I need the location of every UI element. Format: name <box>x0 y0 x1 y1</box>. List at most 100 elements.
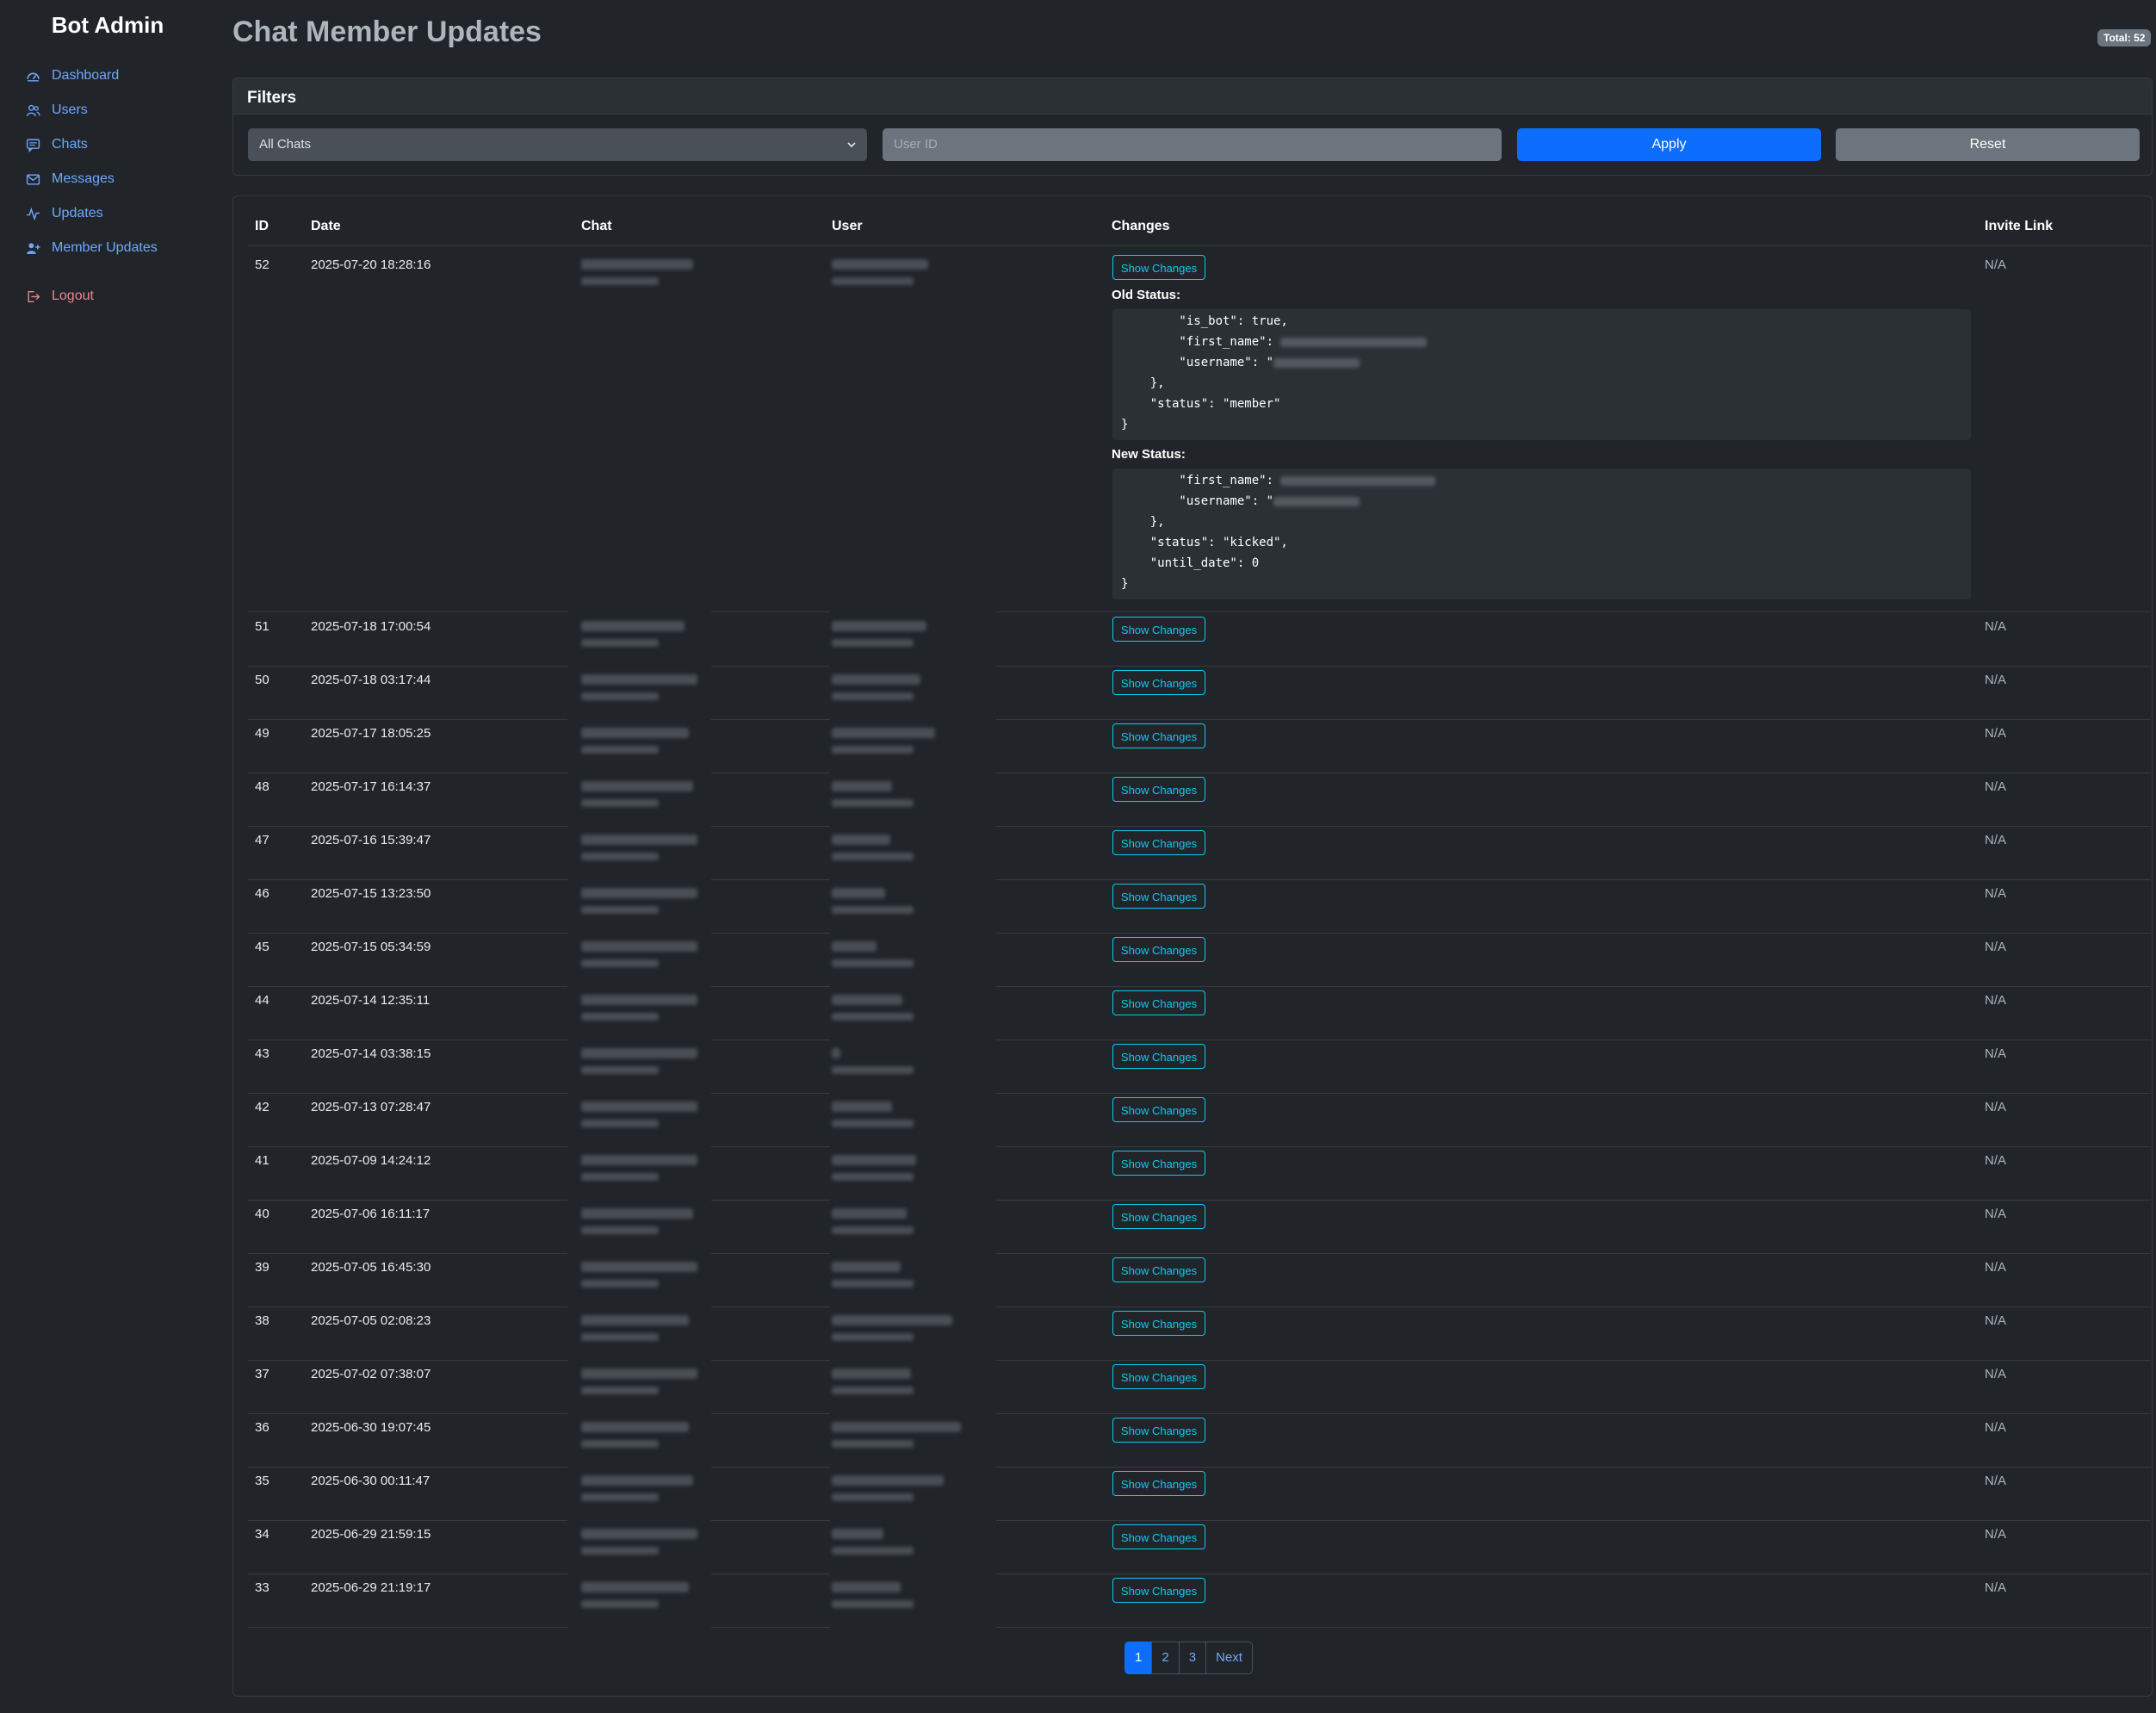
activity-icon <box>27 207 40 220</box>
redacted-user-name <box>832 1208 907 1219</box>
redacted-user-name <box>832 1422 961 1432</box>
code-line: "username": " <box>1121 356 1360 369</box>
redacted-chat-title <box>581 1369 697 1379</box>
sidebar-item-dashboard[interactable]: Dashboard <box>26 68 119 84</box>
page-3-link[interactable]: 3 <box>1178 1642 1207 1674</box>
redacted-user-id <box>832 1440 914 1448</box>
row-divider <box>711 1093 830 1094</box>
redacted-chat-title <box>581 1315 689 1325</box>
redacted-chat-title <box>581 259 693 270</box>
chat-select-value: All Chats <box>259 137 312 152</box>
show-changes-button[interactable]: Show Changes <box>1112 777 1205 802</box>
show-changes-button[interactable]: Show Changes <box>1112 937 1205 962</box>
redacted-user-id <box>832 853 914 860</box>
redacted-user-name <box>832 1475 944 1486</box>
redacted-chat-id <box>581 1066 659 1074</box>
show-changes-button[interactable]: Show Changes <box>1112 1204 1205 1229</box>
redacted-chat-title <box>581 888 697 898</box>
redacted-user-name <box>832 1369 911 1379</box>
show-changes-button[interactable]: Show Changes <box>1112 1097 1205 1122</box>
row-divider <box>248 1253 567 1254</box>
show-changes-button[interactable]: Show Changes <box>1112 1364 1205 1389</box>
code-line: "first_name": <box>1121 335 1428 349</box>
sidebar-item-chats[interactable]: Chats <box>26 137 88 152</box>
row-date: 2025-07-18 17:00:54 <box>311 619 431 634</box>
show-changes-button[interactable]: Show Changes <box>1112 884 1205 909</box>
filters-header <box>233 78 2152 115</box>
row-divider <box>711 1146 830 1147</box>
redacted-chat-id <box>581 639 659 647</box>
envelope-icon <box>26 173 40 185</box>
redacted-user-name <box>832 1048 840 1058</box>
redacted-user-id <box>832 692 914 700</box>
show-changes-button[interactable]: Show Changes <box>1112 1257 1205 1282</box>
row-id: 44 <box>255 993 270 1008</box>
show-changes-button[interactable]: Show Changes <box>1112 723 1205 748</box>
show-changes-button[interactable]: Show Changes <box>1112 1418 1205 1443</box>
code-line: }, <box>1121 376 1165 390</box>
logout-icon <box>28 290 40 302</box>
redacted-user-id <box>832 277 914 285</box>
sidebar-item-users[interactable]: Users <box>26 102 88 118</box>
redacted-chat-title <box>581 674 697 685</box>
row-divider <box>711 1573 830 1574</box>
sidebar-item-logout[interactable]: Logout <box>26 289 94 304</box>
show-changes-button[interactable]: Show Changes <box>1112 1311 1205 1336</box>
code-line: "status": "kicked", <box>1121 536 1288 549</box>
column-header-date: Date <box>311 219 341 233</box>
show-changes-button[interactable]: Show Changes <box>1112 1578 1205 1603</box>
redacted-chat-id <box>581 1440 659 1448</box>
row-divider <box>996 611 2151 612</box>
redacted-user-name <box>832 781 892 791</box>
sidebar-item-member-updates[interactable]: Member Updates <box>26 240 158 256</box>
redacted-chat-title <box>581 728 689 738</box>
row-invite-link: N/A <box>1985 940 2007 954</box>
row-date: 2025-07-20 18:28:16 <box>311 258 431 272</box>
show-changes-button[interactable]: Show Changes <box>1112 670 1205 695</box>
redacted-chat-id <box>581 1280 659 1288</box>
redacted-user-id <box>832 906 914 914</box>
show-changes-button[interactable]: Show Changes <box>1112 990 1205 1015</box>
show-changes-button[interactable]: Show Changes <box>1112 1151 1205 1176</box>
sidebar-item-updates[interactable]: Updates <box>26 206 103 221</box>
chat-select[interactable]: All Chats <box>248 128 867 161</box>
row-divider <box>996 1360 2151 1361</box>
row-divider <box>248 1573 567 1574</box>
row-id: 51 <box>255 619 270 634</box>
show-changes-button[interactable]: Show Changes <box>1112 1524 1205 1549</box>
reset-button[interactable]: Reset <box>1836 128 2140 161</box>
row-divider <box>711 933 830 934</box>
show-changes-button[interactable]: Show Changes <box>1112 1044 1205 1069</box>
row-invite-link: N/A <box>1985 1313 2007 1328</box>
sidebar-item-label: Dashboard <box>52 68 120 83</box>
next-page-link[interactable]: Next <box>1205 1642 1253 1674</box>
redacted-chat-id <box>581 1226 659 1234</box>
row-invite-link: N/A <box>1985 1207 2007 1221</box>
show-changes-button[interactable]: Show Changes <box>1112 617 1205 642</box>
page-2-link[interactable]: 2 <box>1151 1642 1180 1674</box>
redacted-chat-title <box>581 1582 689 1592</box>
user-plus-icon <box>27 242 40 254</box>
row-id: 42 <box>255 1100 270 1114</box>
row-divider <box>248 666 567 667</box>
user-id-input[interactable]: User ID <box>883 128 1502 161</box>
row-divider <box>248 1306 567 1307</box>
show-changes-button[interactable]: Show Changes <box>1112 255 1205 280</box>
row-divider <box>996 1253 2151 1254</box>
show-changes-button[interactable]: Show Changes <box>1112 830 1205 855</box>
apply-button[interactable]: Apply <box>1517 128 1821 161</box>
row-divider <box>711 611 830 612</box>
row-invite-link: N/A <box>1985 1367 2007 1381</box>
sidebar-item-messages[interactable]: Messages <box>26 171 115 187</box>
redacted-user-id <box>832 746 914 754</box>
row-divider <box>248 1093 567 1094</box>
redacted-user-name <box>832 259 928 270</box>
show-changes-button[interactable]: Show Changes <box>1112 1471 1205 1496</box>
redacted-user-id <box>832 1493 914 1501</box>
row-divider <box>248 986 567 987</box>
row-date: 2025-07-15 05:34:59 <box>311 940 431 954</box>
sidebar-item-label: Updates <box>52 206 103 220</box>
row-divider <box>711 1467 830 1468</box>
page-1-link[interactable]: 1 <box>1124 1642 1153 1674</box>
row-date: 2025-07-17 18:05:25 <box>311 726 431 741</box>
